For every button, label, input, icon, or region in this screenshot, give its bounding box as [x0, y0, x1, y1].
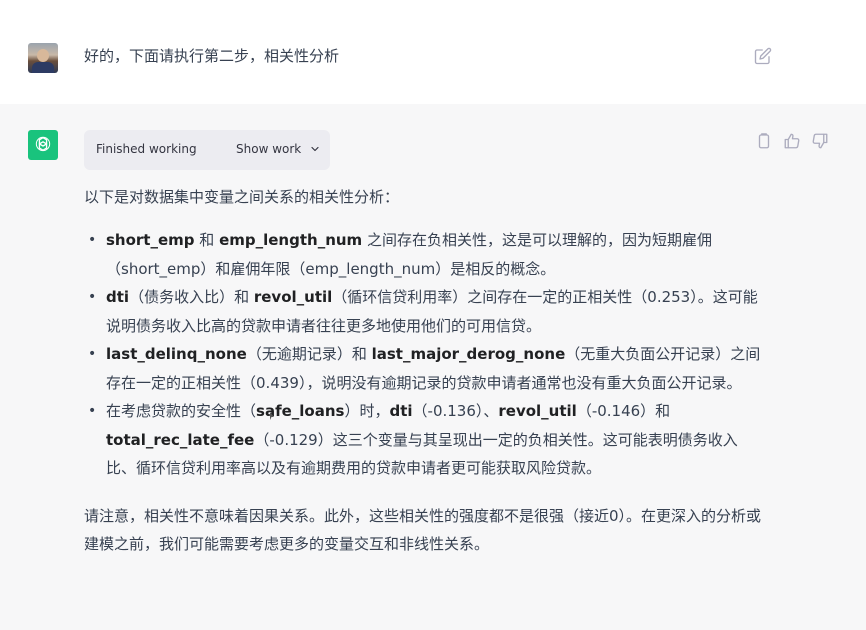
- analysis-list-item: dti（债务收入比）和 revol_util（循环信贷利用率）之间存在一定的正相…: [84, 283, 764, 340]
- variable-name: revol_util: [498, 402, 577, 420]
- work-status-box: Finished working Show work: [84, 130, 330, 170]
- text-run: （-0.136）、: [412, 402, 499, 420]
- user-message-row: 好的，下面请执行第二步，相关性分析: [0, 0, 866, 104]
- analysis-list: short_emp 和 emp_length_num 之间存在负相关性，这是可以…: [84, 226, 764, 483]
- variable-name: emp_length_num: [219, 231, 363, 249]
- text-run: ）时，: [344, 402, 390, 420]
- variable-name: dti: [389, 402, 413, 420]
- text-run: 在考虑贷款的安全性（: [106, 402, 257, 420]
- variable-name: last_delinq_none: [106, 345, 247, 363]
- analysis-list-item: last_delinq_none（无逾期记录）和 last_major_dero…: [84, 340, 764, 397]
- user-avatar: [28, 43, 58, 73]
- assistant-avatar: [28, 130, 58, 160]
- mouse-cursor-icon: [270, 412, 274, 420]
- variable-name: last_major_derog_none: [371, 345, 566, 363]
- assistant-message-row: Finished working Show work 以下是对数据集中变量之间关…: [0, 104, 866, 630]
- status-label: Finished working: [96, 142, 197, 156]
- openai-logo-icon: [35, 136, 51, 152]
- text-run: （债务收入比）和: [129, 288, 254, 306]
- text-run: （-0.146）和: [576, 402, 671, 420]
- text-run: （无逾期记录）和: [246, 345, 372, 363]
- thumbs-up-icon[interactable]: [783, 132, 801, 150]
- text-run: 和: [194, 231, 220, 249]
- thumbs-down-icon[interactable]: [811, 132, 829, 150]
- copy-icon[interactable]: [755, 132, 773, 150]
- closing-note: 请注意，相关性不意味着因果关系。此外，这些相关性的强度都不是很强（接近0）。在更…: [84, 506, 762, 554]
- analysis-list-item: short_emp 和 emp_length_num 之间存在负相关性，这是可以…: [84, 226, 764, 283]
- assistant-message-content: 以下是对数据集中变量之间关系的相关性分析： short_emp 和 emp_le…: [84, 186, 764, 559]
- variable-name: revol_util: [253, 288, 333, 306]
- show-work-toggle[interactable]: Show work: [236, 142, 321, 156]
- analysis-list-item: 在考虑贷款的安全性（safe_loans）时，dti（-0.136）、revol…: [84, 397, 764, 483]
- chevron-down-icon: [311, 146, 319, 152]
- show-work-label: Show work: [236, 142, 302, 156]
- edit-icon[interactable]: [754, 47, 772, 65]
- intro-text: 以下是对数据集中变量之间关系的相关性分析：: [84, 188, 400, 206]
- variable-name: total_rec_late_fee: [106, 430, 255, 449]
- user-message-text: 好的，下面请执行第二步，相关性分析: [84, 47, 340, 65]
- variable-name: dti: [106, 288, 130, 306]
- variable-name: short_emp: [106, 231, 195, 249]
